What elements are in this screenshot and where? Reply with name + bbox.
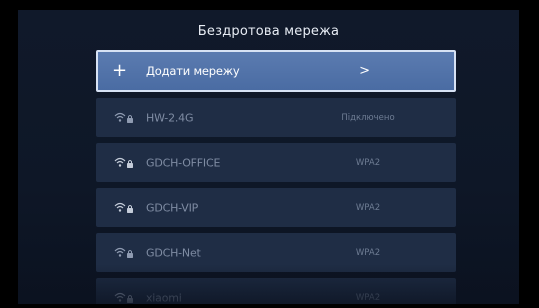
tv-screen: Бездротова мережа + Додати мережу > HW-2… [18, 10, 519, 304]
wifi-lock-icon [114, 112, 133, 123]
network-status: WPA2 [355, 157, 381, 168]
chevron-right-icon: > [359, 63, 370, 79]
network-status: WPA2 [355, 292, 381, 303]
network-ssid: HW-2.4G [146, 111, 194, 124]
wifi-lock-icon [114, 202, 133, 213]
network-ssid: GDCH-VIP [146, 201, 199, 214]
wifi-lock-icon [114, 292, 133, 303]
network-list: + Додати мережу > HW-2.4G Підключено GDC… [96, 48, 456, 304]
network-row-hw-2-4g[interactable]: HW-2.4G Підключено [96, 98, 456, 137]
network-status: WPA2 [355, 247, 381, 258]
add-network-button[interactable]: + Додати мережу > [96, 50, 456, 92]
network-row-xiaomi[interactable]: xiaomi WPA2 [96, 278, 456, 304]
wifi-lock-icon [114, 247, 133, 258]
network-ssid: GDCH-OFFICE [146, 156, 221, 169]
network-status: Підключено [341, 112, 395, 123]
plus-icon: + [112, 60, 128, 81]
wifi-lock-icon [114, 157, 133, 168]
network-ssid: GDCH-Net [146, 246, 201, 259]
network-row-gdch-net[interactable]: GDCH-Net WPA2 [96, 233, 456, 272]
network-ssid: xiaomi [146, 291, 182, 304]
page-title: Бездротова мережа [197, 24, 340, 39]
network-row-gdch-office[interactable]: GDCH-OFFICE WPA2 [96, 143, 456, 182]
network-row-gdch-vip[interactable]: GDCH-VIP WPA2 [96, 188, 456, 227]
network-status: WPA2 [355, 202, 381, 213]
add-network-label: Додати мережу [146, 64, 240, 78]
